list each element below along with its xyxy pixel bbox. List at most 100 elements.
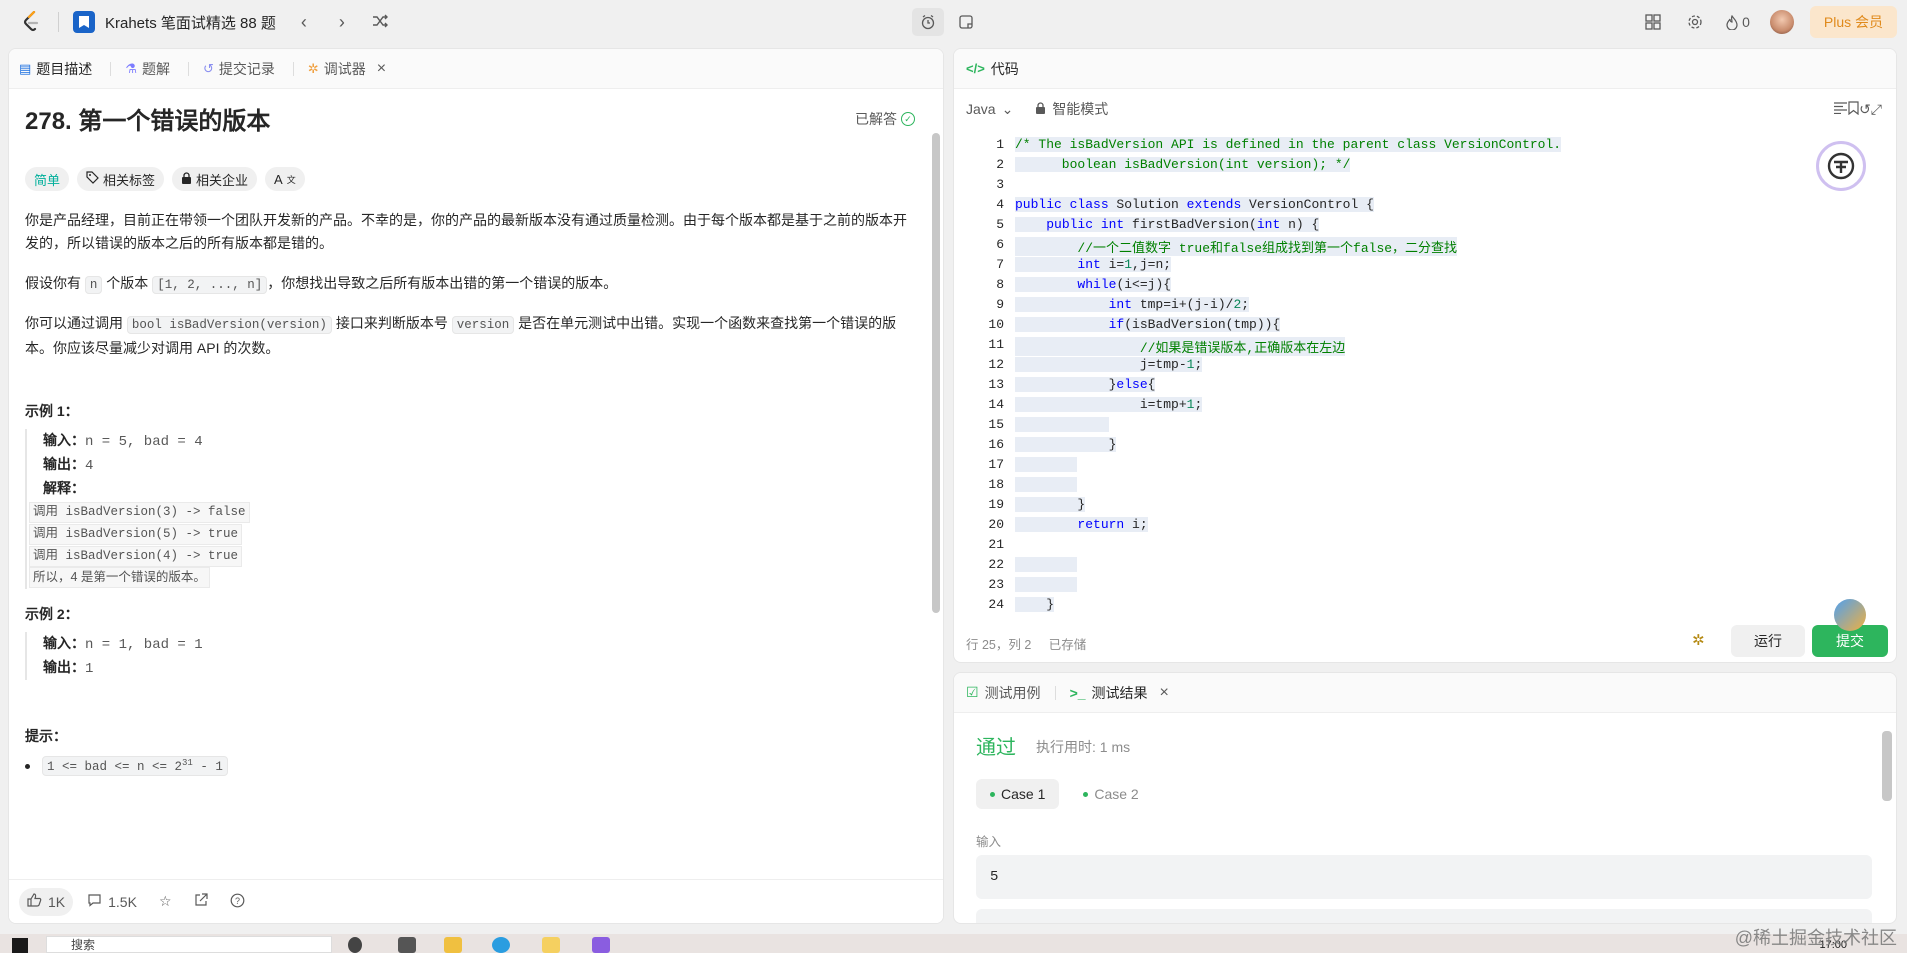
hint-text: - 1 — [192, 760, 223, 775]
line-number: 7 — [996, 257, 1004, 272]
problem-title[interactable]: 278. 第一个错误的版本 — [25, 101, 270, 136]
windows-start-icon[interactable] — [12, 938, 28, 953]
task-view-icon[interactable] — [398, 937, 416, 953]
nav-right: 0 Plus 会员 — [1642, 0, 1907, 44]
line-number: 21 — [988, 537, 1004, 552]
code-line: return i; — [1015, 517, 1148, 532]
share-button[interactable] — [186, 888, 216, 916]
bug-icon: ✲ — [307, 60, 319, 76]
layout-icon[interactable] — [1642, 11, 1664, 33]
close-icon[interactable]: × — [377, 60, 386, 78]
ai-assistant-icon[interactable] — [1816, 141, 1866, 191]
tab-label: 测试结果 — [1091, 684, 1148, 701]
tab-test-result[interactable]: >_ 测试结果 × — [1070, 683, 1169, 703]
example-row: 所以，4 是第一个错误的版本。 — [29, 567, 250, 589]
taskbar-search-input[interactable]: 搜索 — [46, 936, 332, 953]
line-number: 18 — [988, 477, 1004, 492]
pass-dot — [1083, 791, 1089, 797]
like-count: 1K — [48, 893, 66, 910]
example-row: 调用 isBadVersion(4) -> true — [29, 545, 250, 567]
line-number: 15 — [988, 417, 1004, 432]
format-icon[interactable] — [1833, 101, 1848, 117]
folder-icon[interactable] — [444, 937, 462, 953]
language-select[interactable]: Java ⌄ — [966, 101, 1013, 118]
tab-testcase[interactable]: ☑ 测试用例 — [966, 683, 1041, 703]
explain-line: 调用 isBadVersion(5) -> true — [29, 524, 243, 545]
code-line: //如果是错误版本,正确版本在左边 — [1015, 337, 1346, 356]
streak-counter[interactable]: 0 — [1726, 14, 1750, 30]
chevron-down-icon: ⌄ — [1001, 100, 1014, 117]
case-tab-1[interactable]: Case 1 — [976, 779, 1060, 809]
result-status: 通过 — [976, 737, 1016, 759]
tab-submissions[interactable]: ↺ 提交记录 — [203, 59, 275, 79]
code-token: boolean isBadVersion(int version); */ — [1015, 157, 1351, 172]
saved-status: 已存储 — [1048, 638, 1087, 652]
flask-icon: ⚗ — [125, 60, 137, 76]
next-problem-icon[interactable]: › — [332, 12, 352, 33]
search-icon[interactable] — [348, 937, 362, 953]
plus-member-button[interactable]: Plus 会员 — [1809, 6, 1897, 38]
line-number: 4 — [996, 197, 1004, 212]
debug-icon[interactable]: ✲ — [1692, 631, 1705, 649]
bullet — [25, 763, 30, 769]
help-button[interactable]: ? — [222, 888, 253, 916]
prev-problem-icon[interactable]: ‹ — [294, 12, 314, 33]
case-tab-2[interactable]: Case 2 — [1069, 779, 1152, 809]
problem-list-icon[interactable] — [73, 11, 95, 33]
code-line: boolean isBadVersion(int version); */ — [1015, 157, 1351, 172]
code-editor[interactable]: 1 2 3 4 5 6 7 8 9 10 11 12 13 14 15 16 1… — [954, 131, 1896, 612]
output-label: 输出： — [43, 659, 85, 675]
timer-icon[interactable] — [912, 8, 944, 36]
companies-tag-button[interactable]: 相关企业 — [172, 167, 258, 191]
floating-helper-icon[interactable] — [1834, 599, 1866, 631]
line-number: 24 — [988, 597, 1004, 612]
tab-label: 提交记录 — [218, 60, 275, 77]
problem-list-name[interactable]: Krahets 笔面试精选 88 题 — [105, 12, 276, 33]
tab-debugger[interactable]: ✲ 调试器 × — [308, 59, 386, 79]
explain-line: 调用 isBadVersion(3) -> false — [29, 502, 250, 523]
tab-description[interactable]: ▤ 题目描述 — [19, 59, 92, 79]
code-line: if(isBadVersion(tmp)){ — [1015, 317, 1281, 332]
edge-browser-icon[interactable] — [492, 937, 510, 953]
example-row: 调用 isBadVersion(3) -> false — [29, 501, 250, 523]
leetcode-logo-icon[interactable] — [20, 10, 44, 34]
shuffle-icon[interactable] — [370, 12, 390, 33]
code-line: } — [1015, 597, 1055, 612]
close-icon[interactable]: × — [1160, 684, 1169, 702]
inline-code: version — [451, 316, 515, 334]
smart-mode-toggle[interactable]: 智能模式 — [1035, 99, 1108, 119]
problem-scrollbar[interactable] — [931, 93, 941, 913]
comments-button[interactable]: 1.5K — [79, 888, 145, 916]
code-line — [1015, 457, 1078, 472]
hints-title: 提示： — [25, 728, 67, 744]
reset-icon[interactable]: ↺ — [1859, 101, 1871, 118]
fullscreen-icon[interactable]: ⤢ — [1871, 101, 1882, 118]
bookmark-icon[interactable] — [1848, 100, 1859, 118]
topics-tag-button[interactable]: 相关标签 — [77, 167, 165, 191]
test-scrollbar[interactable] — [1882, 731, 1892, 801]
user-avatar[interactable] — [1769, 10, 1794, 34]
terminal-icon: >_ — [1069, 684, 1086, 701]
favorite-button[interactable]: ☆ — [151, 888, 180, 916]
editor-tools: ↺ ⤢ — [1821, 89, 1882, 129]
topics-label: 相关标签 — [103, 172, 156, 188]
app-icon[interactable] — [592, 937, 610, 953]
tab-label: 题目描述 — [36, 60, 93, 77]
like-button[interactable]: 1K — [19, 887, 74, 916]
tab-divider — [1054, 685, 1056, 700]
settings-gear-icon[interactable] — [1684, 11, 1706, 33]
code-token: int — [1256, 217, 1281, 232]
app-icon[interactable] — [542, 937, 560, 953]
inline-code: [1, 2, ..., n] — [152, 276, 268, 294]
translate-button[interactable]: A文 — [265, 167, 305, 191]
checkbox-icon: ☑ — [966, 684, 979, 700]
tab-solutions[interactable]: ⚗ 题解 — [125, 59, 170, 79]
line-number: 13 — [988, 377, 1004, 392]
run-button[interactable]: 运行 — [1731, 625, 1805, 657]
scrollbar-thumb[interactable] — [932, 133, 940, 613]
line-number: 22 — [988, 557, 1004, 572]
code-line — [1015, 417, 1109, 432]
hint-code: 1 <= bad <= n <= 231 - 1 — [42, 756, 228, 777]
difficulty-badge: 简单 — [25, 167, 70, 191]
notes-icon[interactable] — [950, 8, 982, 36]
